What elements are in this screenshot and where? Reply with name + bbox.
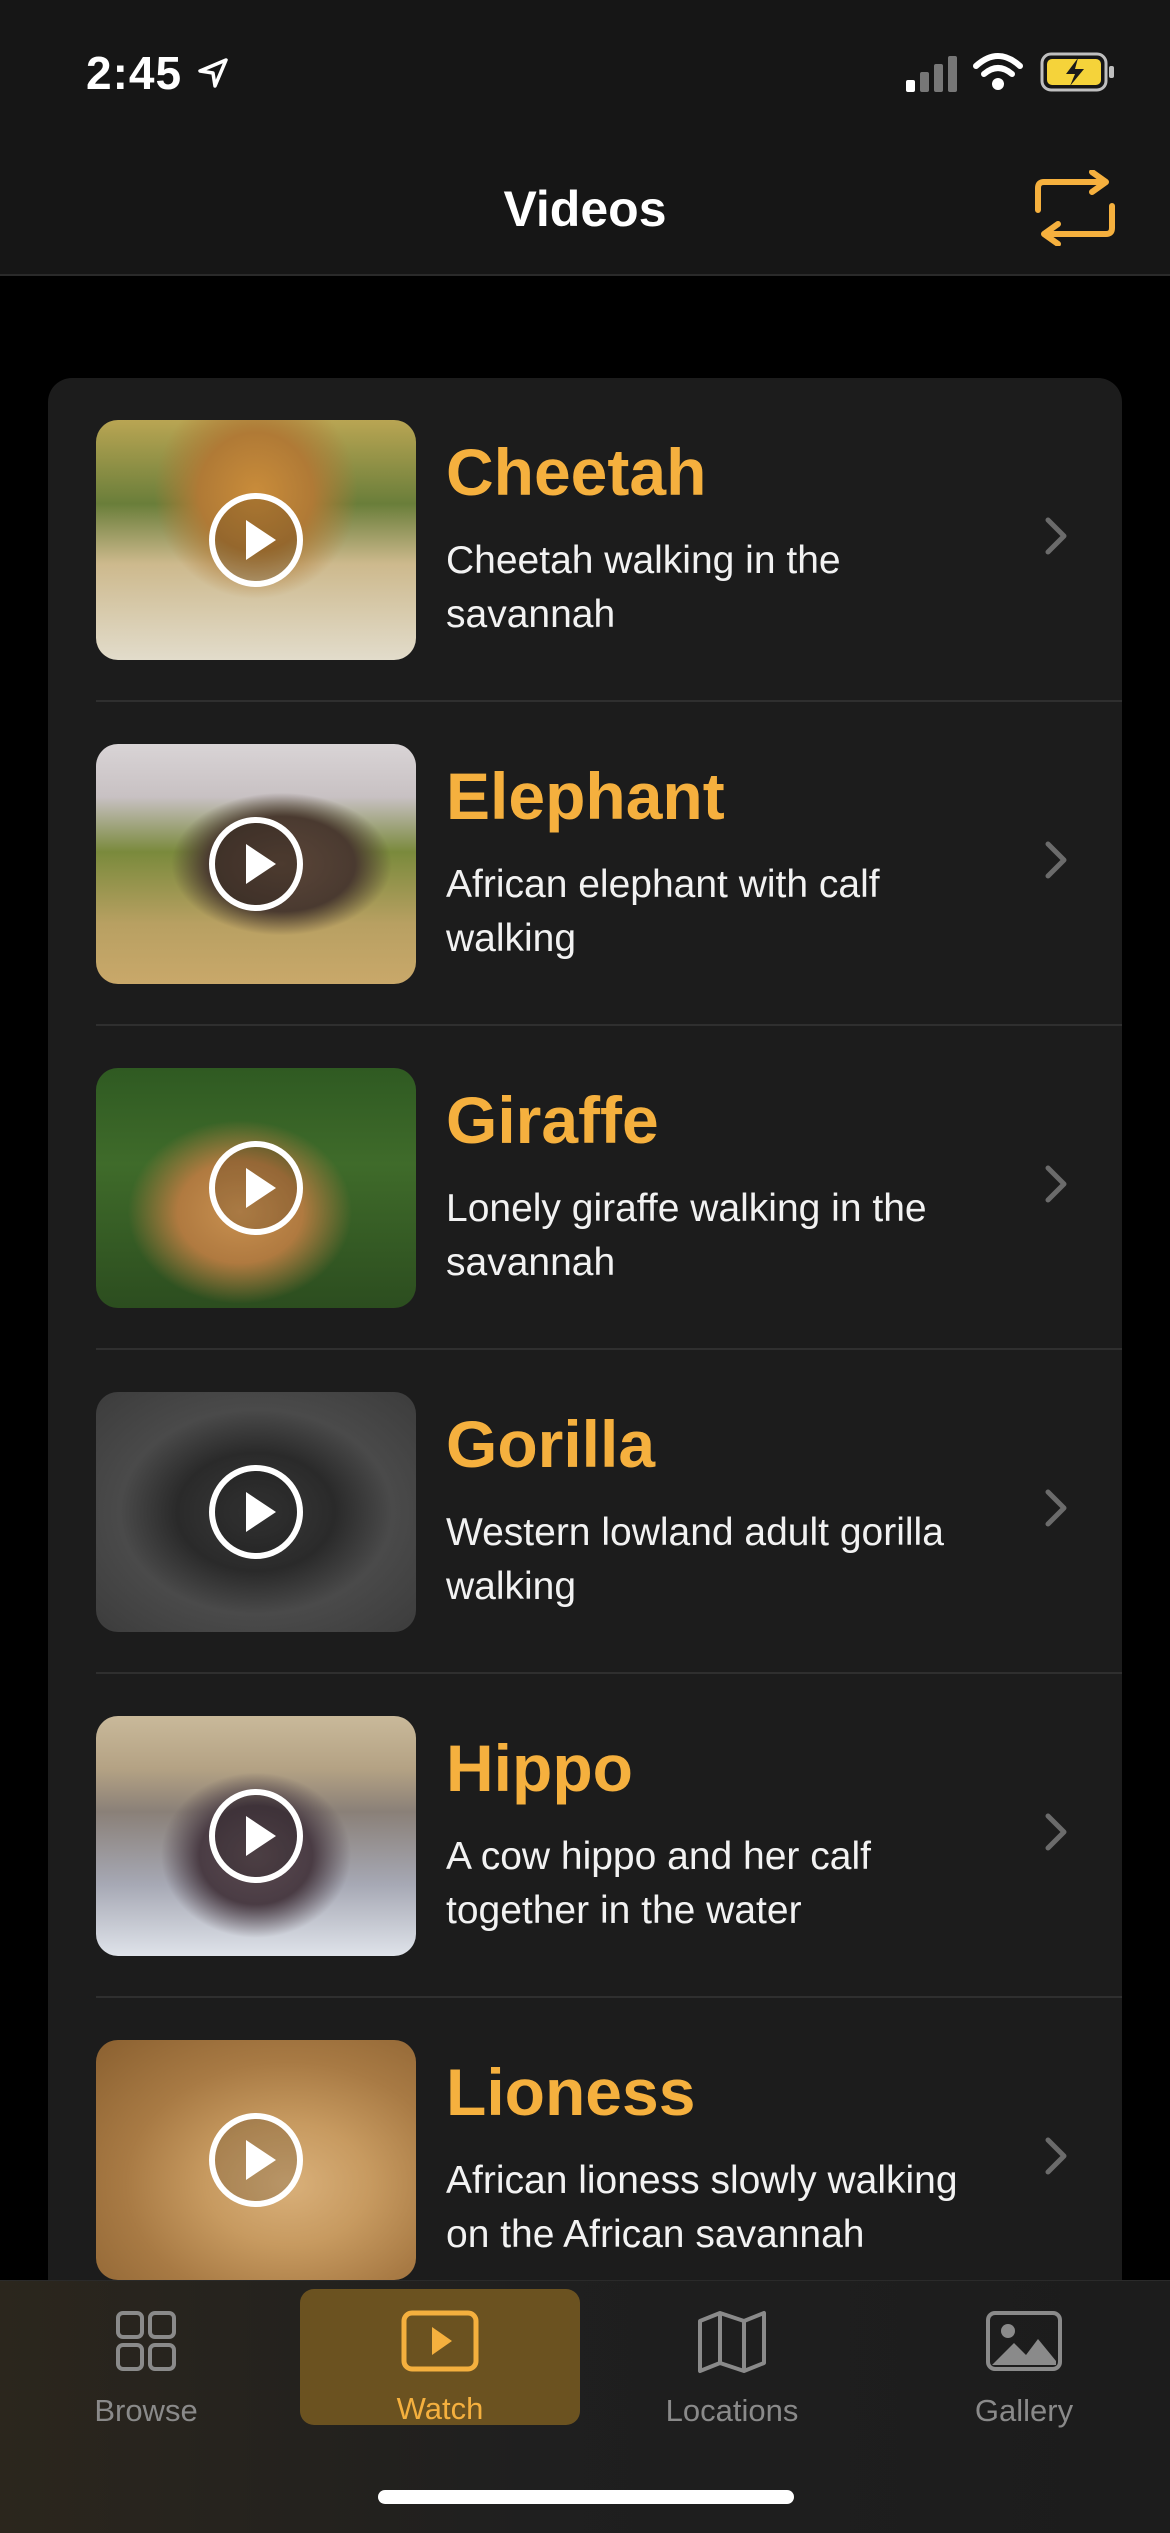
map-icon xyxy=(698,2311,766,2373)
chevron-right-icon xyxy=(1045,841,1067,879)
list-item[interactable]: Giraffe Lonely giraffe walking in the sa… xyxy=(48,1026,1122,1350)
list-item[interactable]: Lioness African lioness slowly walking o… xyxy=(48,1998,1122,2322)
status-time: 2:45 xyxy=(86,47,183,99)
list-item[interactable]: Elephant African elephant with calf walk… xyxy=(48,702,1122,1026)
tab-label: Watch xyxy=(396,2391,484,2426)
video-list: Cheetah Cheetah walking in the savannah … xyxy=(48,378,1122,2378)
page-title: Videos xyxy=(503,181,667,237)
tab-gallery[interactable]: Gallery xyxy=(884,2281,1164,2441)
video-description: African lioness slowly walking on the Af… xyxy=(446,2159,958,2256)
home-indicator xyxy=(378,2490,794,2504)
wifi-icon xyxy=(973,53,1023,90)
lioness-thumbnail xyxy=(96,2040,416,2280)
grid-icon xyxy=(116,2311,176,2371)
giraffe-thumbnail xyxy=(96,1068,416,1308)
play-icon xyxy=(209,1465,303,1559)
video-description: African elephant with calf walking xyxy=(446,863,880,960)
chevron-right-icon xyxy=(1045,1489,1067,1527)
chevron-right-icon xyxy=(1045,1165,1067,1203)
tab-watch[interactable]: Watch xyxy=(300,2289,580,2426)
video-description: Western lowland adult gorilla walking xyxy=(446,1511,944,1608)
battery-charging-icon xyxy=(1040,52,1114,92)
cheetah-thumbnail xyxy=(96,420,416,660)
video-title: Lioness xyxy=(446,2055,696,2129)
tab-browse[interactable]: Browse xyxy=(6,2281,286,2441)
cellular-signal-icon xyxy=(906,56,957,92)
play-icon xyxy=(209,1789,303,1883)
location-arrow-icon xyxy=(198,58,228,88)
play-icon xyxy=(209,2113,303,2207)
sync-arrows-icon[interactable] xyxy=(1030,170,1120,246)
elephant-thumbnail xyxy=(96,744,416,984)
play-icon xyxy=(209,817,303,911)
chevron-right-icon xyxy=(1045,517,1067,555)
photo-icon xyxy=(986,2311,1062,2371)
gorilla-thumbnail xyxy=(96,1392,416,1632)
tab-label: Gallery xyxy=(974,2393,1074,2428)
hippo-thumbnail xyxy=(96,1716,416,1956)
video-title: Hippo xyxy=(446,1731,633,1805)
status-bar: 2:45 xyxy=(0,0,1170,140)
tab-label: Browse xyxy=(94,2393,198,2428)
video-title: Gorilla xyxy=(446,1407,656,1481)
play-rectangle-icon xyxy=(401,2310,479,2372)
list-item[interactable]: Cheetah Cheetah walking in the savannah xyxy=(48,378,1122,702)
navigation-bar: Videos xyxy=(0,140,1170,276)
play-icon xyxy=(209,493,303,587)
list-item[interactable]: Gorilla Western lowland adult gorilla wa… xyxy=(48,1350,1122,1674)
video-description: A cow hippo and her calf together in the… xyxy=(446,1835,871,1932)
video-description: Cheetah walking in the savannah xyxy=(446,539,841,636)
chevron-right-icon xyxy=(1045,2137,1067,2175)
tab-label: Locations xyxy=(665,2393,799,2428)
tab-locations[interactable]: Locations xyxy=(592,2281,872,2441)
play-icon xyxy=(209,1141,303,1235)
video-description: Lonely giraffe walking in the savannah xyxy=(446,1187,927,1284)
list-item[interactable]: Hippo A cow hippo and her calf together … xyxy=(48,1674,1122,1998)
video-title: Elephant xyxy=(446,759,725,833)
video-title: Giraffe xyxy=(446,1083,659,1157)
video-title: Cheetah xyxy=(446,435,707,509)
chevron-right-icon xyxy=(1045,1813,1067,1851)
